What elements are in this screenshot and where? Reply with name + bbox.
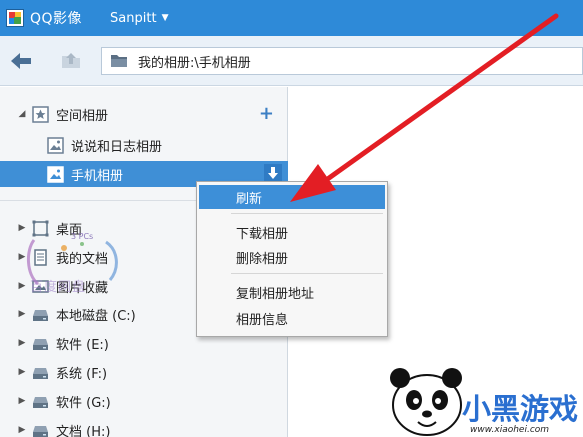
tree-item-mood-album[interactable]: 说说和日志相册 xyxy=(0,132,288,158)
tree-item-label: 系统 (F:) xyxy=(56,366,108,382)
tree-item-label: 本地磁盘 (C:) xyxy=(56,308,136,324)
tree-item-drive-f[interactable]: ▶ 系统 (F:) xyxy=(0,359,288,385)
disk-drive-icon xyxy=(33,338,48,350)
toolbar: 我的相册:\手机相册 xyxy=(0,36,583,86)
album-photo-icon xyxy=(47,136,64,154)
tree-item-space-album[interactable]: ◢ 空间相册 + xyxy=(0,101,288,127)
expand-right-icon[interactable]: ▶ xyxy=(16,223,28,233)
context-menu: 刷新 下载相册 删除相册 复制相册地址 相册信息 xyxy=(196,181,388,337)
expand-right-icon[interactable]: ▶ xyxy=(16,281,28,291)
documents-icon xyxy=(34,248,47,266)
expand-right-icon[interactable]: ▶ xyxy=(16,367,28,377)
tree-item-label: 说说和日志相册 xyxy=(71,139,163,155)
app-logo-icon xyxy=(6,9,24,27)
tree-item-label: 文档 (H:) xyxy=(56,424,111,437)
back-arrow-icon[interactable] xyxy=(10,51,32,71)
disk-drive-icon xyxy=(33,425,48,437)
tree-item-label: 软件 (G:) xyxy=(56,395,111,411)
menu-item-delete-album[interactable]: 删除相册 xyxy=(199,245,385,269)
parent-folder-icon[interactable] xyxy=(60,50,82,70)
expand-down-icon[interactable]: ◢ xyxy=(16,109,28,119)
tree-item-label: 手机相册 xyxy=(71,168,124,184)
desktop-icon xyxy=(32,220,49,236)
expand-right-icon[interactable]: ▶ xyxy=(16,309,28,319)
menu-item-refresh[interactable]: 刷新 xyxy=(199,185,385,209)
path-bar[interactable]: 我的相册:\手机相册 xyxy=(101,47,583,75)
user-menu[interactable]: Sanpitt ▼ xyxy=(110,11,168,26)
app-title: QQ影像 xyxy=(30,11,83,27)
user-name: Sanpitt xyxy=(110,10,157,26)
expand-right-icon[interactable]: ▶ xyxy=(16,396,28,406)
album-photo-icon xyxy=(47,165,64,183)
disk-drive-icon xyxy=(33,367,48,379)
expand-right-icon[interactable]: ▶ xyxy=(16,252,28,262)
caret-down-icon: ▼ xyxy=(161,13,169,23)
tree-item-label: 图片收藏 xyxy=(56,280,109,296)
folder-icon xyxy=(111,55,127,67)
pictures-icon xyxy=(32,279,49,293)
menu-item-download-album[interactable]: 下载相册 xyxy=(199,220,385,244)
tree-item-label: 软件 (E:) xyxy=(56,337,109,353)
title-bar: QQ影像 Sanpitt ▼ xyxy=(0,0,583,36)
menu-separator xyxy=(231,213,383,214)
disk-drive-icon xyxy=(33,396,48,408)
expand-right-icon[interactable]: ▶ xyxy=(16,338,28,348)
tree-item-drive-g[interactable]: ▶ 软件 (G:) xyxy=(0,388,288,414)
tree-item-label: 空间相册 xyxy=(56,108,109,124)
album-icon xyxy=(32,105,49,123)
tree-item-drive-h[interactable]: ▶ 文档 (H:) xyxy=(0,417,288,437)
tree-item-label: 我的文档 xyxy=(56,251,109,267)
expand-right-icon[interactable]: ▶ xyxy=(16,425,28,435)
menu-item-copy-album-link[interactable]: 复制相册地址 xyxy=(199,280,385,304)
path-text: 我的相册:\手机相册 xyxy=(138,55,251,71)
menu-separator xyxy=(231,273,383,274)
tree-item-label: 桌面 xyxy=(56,222,83,238)
menu-item-album-info[interactable]: 相册信息 xyxy=(199,306,385,330)
add-album-button[interactable]: + xyxy=(259,103,274,124)
disk-drive-icon xyxy=(33,309,48,321)
